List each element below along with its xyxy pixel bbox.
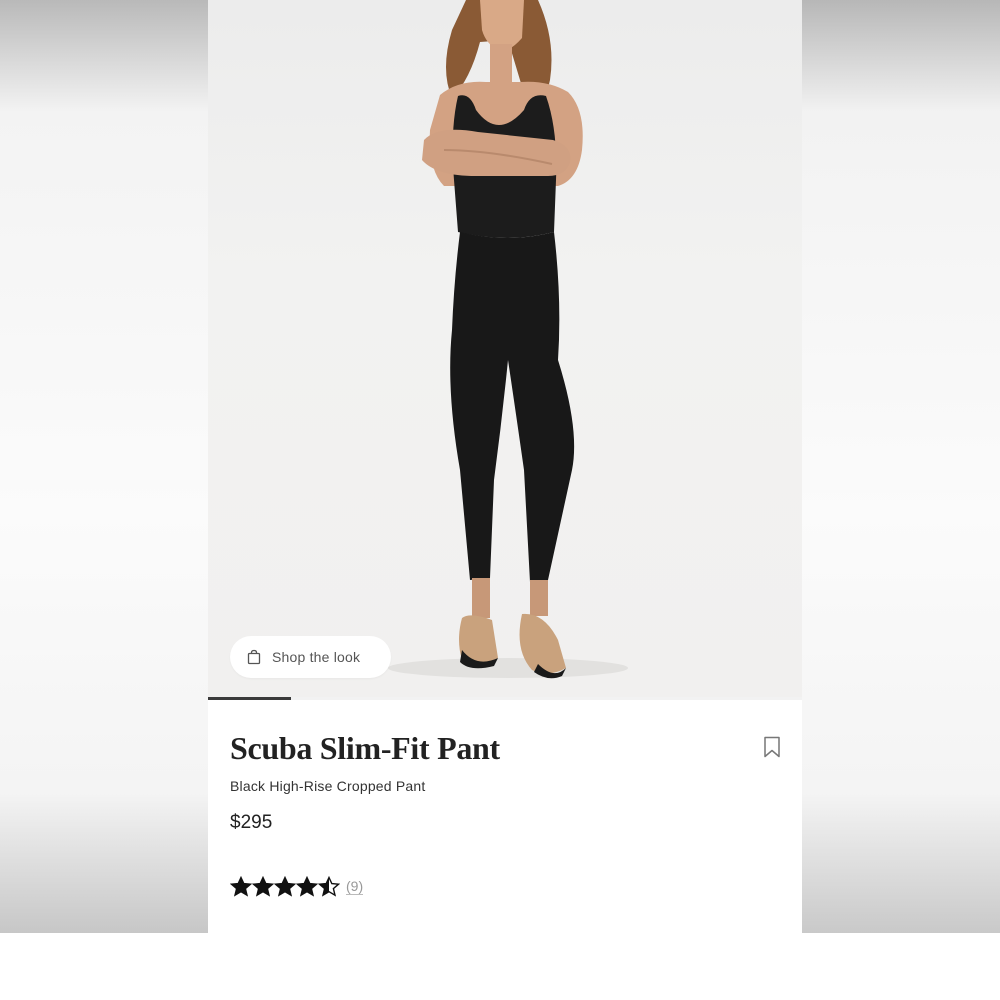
star-icon bbox=[318, 876, 340, 897]
rating-summary[interactable]: (9) bbox=[230, 876, 364, 897]
left-backdrop bbox=[0, 0, 208, 933]
model-photo bbox=[388, 0, 628, 679]
review-count[interactable]: (9) bbox=[346, 878, 364, 895]
bookmark-icon[interactable] bbox=[763, 736, 781, 758]
star-icon bbox=[296, 876, 318, 897]
right-backdrop bbox=[802, 0, 1000, 933]
star-icon bbox=[274, 876, 296, 897]
product-card: Shop the look Scuba Slim-Fit Pant Black … bbox=[208, 0, 802, 933]
shopping-bag-icon bbox=[247, 649, 261, 665]
star-icon bbox=[252, 876, 274, 897]
star-icon bbox=[230, 876, 252, 897]
shop-the-look-button[interactable]: Shop the look bbox=[230, 636, 391, 678]
product-subtitle: Black High-Rise Cropped Pant bbox=[230, 778, 426, 794]
shop-the-look-label: Shop the look bbox=[272, 649, 361, 665]
product-hero-image[interactable]: Shop the look bbox=[208, 0, 802, 698]
star-rating bbox=[230, 876, 340, 897]
product-info: Scuba Slim-Fit Pant Black High-Rise Crop… bbox=[208, 700, 802, 933]
product-title: Scuba Slim-Fit Pant bbox=[230, 730, 500, 766]
product-price: $295 bbox=[230, 812, 273, 833]
